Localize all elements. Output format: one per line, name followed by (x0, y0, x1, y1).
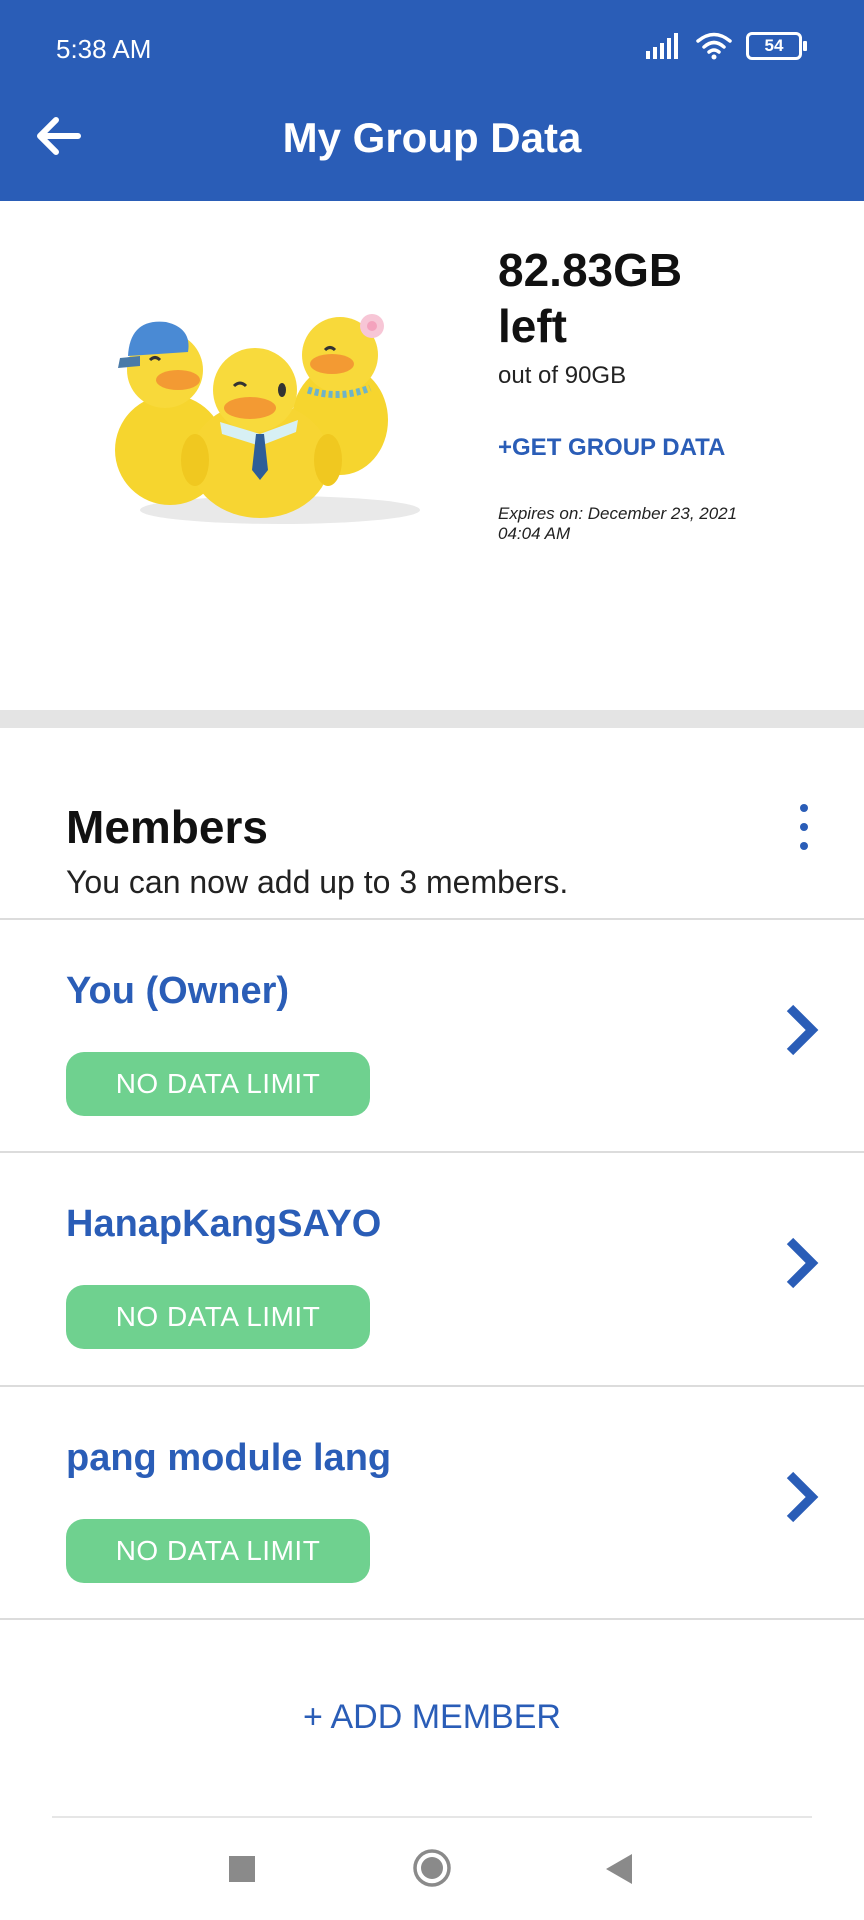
more-vert-icon[interactable] (796, 804, 812, 850)
members-heading: Members (66, 801, 268, 853)
signal-icon (646, 33, 678, 59)
status-time: 5:38 AM (56, 34, 152, 64)
member-name: pang module lang (66, 1437, 392, 1479)
nav-divider (52, 1816, 812, 1818)
nav-back-icon[interactable] (604, 1852, 634, 1886)
expiry-text: Expires on: December 23, 2021 04:04 AM (498, 504, 798, 544)
data-remaining-label: left (498, 300, 567, 352)
chevron-right-icon (786, 1471, 819, 1523)
data-remaining-amount: 82.83GB (498, 244, 683, 296)
app-header: 5:38 AM 54 My Group Data (0, 0, 864, 201)
expiry-time: 04:04 AM (498, 524, 571, 543)
member-name: You (Owner) (66, 970, 290, 1012)
battery-icon: 54 (746, 32, 807, 60)
page-title: My Group Data (282, 114, 582, 161)
wifi-icon (696, 32, 732, 60)
nav-recents-icon[interactable] (229, 1856, 255, 1882)
member-row[interactable]: You (Owner) NO DATA LIMIT (0, 920, 864, 1150)
expiry-date: Expires on: December 23, 2021 (498, 504, 738, 523)
ducks-illustration (115, 314, 420, 524)
member-row[interactable]: HanapKangSAYO NO DATA LIMIT (0, 1153, 864, 1383)
section-divider (0, 710, 864, 728)
status-icons: 54 (646, 32, 807, 60)
member-row[interactable]: pang module lang NO DATA LIMIT (0, 1387, 864, 1617)
add-member-button[interactable]: + ADD MEMBER (0, 1698, 864, 1737)
members-subtitle: You can now add up to 3 members. (66, 864, 569, 900)
divider (0, 1618, 864, 1620)
data-limit-badge: NO DATA LIMIT (66, 1285, 370, 1349)
data-limit-badge: NO DATA LIMIT (66, 1052, 370, 1116)
chevron-right-icon (786, 1004, 819, 1056)
member-name: HanapKangSAYO (66, 1203, 382, 1245)
get-group-data-link[interactable]: +GET GROUP DATA (498, 434, 798, 462)
battery-level: 54 (764, 36, 784, 55)
data-limit-badge: NO DATA LIMIT (66, 1519, 370, 1583)
nav-home-icon[interactable] (412, 1848, 452, 1888)
data-total: out of 90GB (498, 362, 627, 389)
usage-summary: 82.83GB left out of 90GB +GET GROUP DATA… (498, 242, 798, 544)
chevron-right-icon (786, 1237, 819, 1289)
